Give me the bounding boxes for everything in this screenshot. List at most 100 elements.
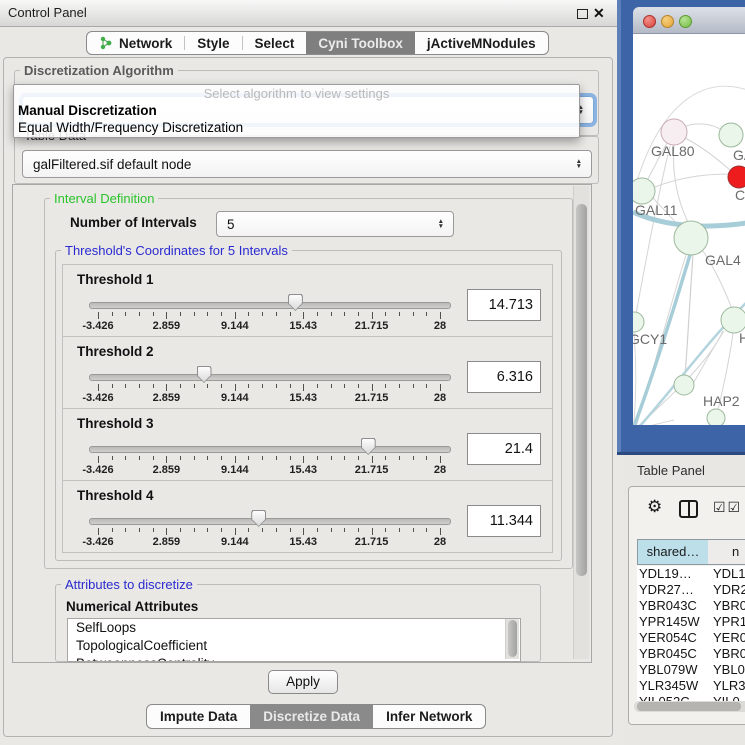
network-node-gcy1[interactable] <box>633 312 644 332</box>
apply-button[interactable]: Apply <box>268 670 338 694</box>
mac-close-icon[interactable] <box>643 15 656 28</box>
network-window-titlebar[interactable] <box>633 7 745 34</box>
slider-tick <box>413 456 414 460</box>
slider-tick <box>385 384 386 388</box>
tab-label: Network <box>119 36 172 51</box>
slider-tick <box>125 384 126 388</box>
slider-tick <box>372 528 373 535</box>
slider-tick <box>303 384 304 391</box>
slider-tick <box>426 384 427 388</box>
tab-impute-data[interactable]: Impute Data <box>147 705 250 728</box>
slider-tick <box>235 456 236 463</box>
settings-scrollbar-thumb[interactable] <box>576 204 587 576</box>
slider-tick <box>331 528 332 532</box>
slider-scale-label: 2.859 <box>136 464 196 476</box>
network-node-gal4[interactable] <box>674 221 708 255</box>
algorithm-option[interactable]: Manual Discretization <box>14 102 579 119</box>
network-edge[interactable] <box>633 420 674 425</box>
algorithm-popup-hint: Select algorithm to view settings <box>14 85 579 102</box>
network-edge[interactable] <box>636 146 670 314</box>
settings-vertical-scrollbar[interactable] <box>573 186 589 659</box>
slider-track[interactable] <box>89 518 451 525</box>
slider-tick <box>153 384 154 388</box>
attribute-list-item[interactable]: SelfLoops <box>68 619 520 637</box>
attribute-list-item[interactable]: TopologicalCoefficient <box>68 637 520 655</box>
network-edge[interactable] <box>655 174 729 187</box>
attributes-list-scrollbar[interactable] <box>505 619 519 659</box>
cell-shared-name: YLR345W <box>639 678 698 694</box>
tab-cyni-toolbox[interactable]: Cyni Toolbox <box>306 32 415 54</box>
table-row[interactable]: YER054CYER0 <box>637 630 745 646</box>
table-row[interactable]: YBR045CYBR0 <box>637 646 745 662</box>
slider-tick <box>235 312 236 319</box>
network-node-ga[interactable] <box>719 123 743 147</box>
slider-tick <box>98 528 99 535</box>
network-node-c[interactable] <box>728 166 745 188</box>
column-header-name[interactable]: n <box>708 539 745 565</box>
threshold-value-field[interactable]: 14.713 <box>467 289 541 321</box>
slider-tick <box>207 528 208 532</box>
close-icon[interactable]: ✕ <box>593 4 605 22</box>
mac-zoom-icon[interactable] <box>679 15 692 28</box>
gear-icon[interactable]: ⚙ <box>647 497 662 517</box>
table-panel-title: Table Panel <box>637 463 705 478</box>
slider-track[interactable] <box>89 446 451 453</box>
slider-scale-label: -3.426 <box>68 536 128 548</box>
slider-tick <box>139 528 140 532</box>
tab-jactivemnodules[interactable]: jActiveMNodules <box>415 32 548 54</box>
network-node-gal11[interactable] <box>633 178 655 204</box>
slider-track[interactable] <box>89 302 451 309</box>
network-view-canvas[interactable]: GAL80GACGAL11GAL4GCY1HHAP2 <box>633 34 745 425</box>
slider-tick <box>331 384 332 388</box>
table-data-select[interactable]: galFiltered.sif default node ▲▼ <box>22 150 592 178</box>
float-window-icon[interactable] <box>577 9 588 19</box>
slider-tick <box>262 312 263 316</box>
slider-tick <box>385 456 386 460</box>
slider-tick <box>276 528 277 532</box>
slider-track[interactable] <box>89 374 451 381</box>
threshold-value-field[interactable]: 11.344 <box>467 505 541 537</box>
slider-tick <box>112 384 113 388</box>
select-columns-checkboxes-icon[interactable]: ☑☑ <box>713 499 742 516</box>
slider-scale-label: 9.144 <box>205 392 265 404</box>
slider-tick <box>194 456 195 460</box>
mac-minimize-icon[interactable] <box>661 15 674 28</box>
network-node-hap2[interactable] <box>674 375 694 395</box>
table-row[interactable]: YBL079WYBL0 <box>637 662 745 678</box>
number-of-intervals-select[interactable]: 5 ▲▼ <box>216 211 454 237</box>
column-header-shared-name[interactable]: shared… <box>637 539 709 565</box>
tab-style[interactable]: Style <box>185 32 241 54</box>
network-node-gal80[interactable] <box>661 119 687 145</box>
tab-network[interactable]: Network <box>87 32 184 54</box>
threshold-value-field[interactable]: 6.316 <box>467 361 541 393</box>
columns-icon[interactable] <box>679 500 698 518</box>
table-hscrollbar-thumb[interactable] <box>637 702 741 711</box>
numerical-attributes-list: SelfLoopsTopologicalCoefficientBetweenne… <box>67 618 521 662</box>
table-horizontal-scrollbar[interactable] <box>634 701 745 712</box>
network-node[interactable] <box>707 409 725 425</box>
table-row[interactable]: YDR27…YDR2 <box>637 582 745 598</box>
table-row[interactable]: YDL19…YDL1 <box>637 566 745 582</box>
slider-scale-label: 15.43 <box>273 392 333 404</box>
network-edge[interactable] <box>686 124 720 129</box>
table-row[interactable]: YPR145WYPR1 <box>637 614 745 630</box>
slider-tick <box>248 384 249 388</box>
threshold-value-field[interactable]: 21.4 <box>467 433 541 465</box>
slider-tick <box>235 384 236 391</box>
slider-tick <box>166 384 167 391</box>
table-row[interactable]: YLR345WYLR3 <box>637 678 745 694</box>
threshold-panel-1: Threshold 1-3.4262.8599.14415.4321.71528… <box>62 264 553 337</box>
table-row[interactable]: YBR043CYBR0 <box>637 598 745 614</box>
interval-definition-title: Interval Definition <box>50 192 158 205</box>
attributes-scrollbar-thumb[interactable] <box>508 620 517 657</box>
attribute-list-item[interactable]: BetweennessCentrality <box>68 655 520 662</box>
tab-select[interactable]: Select <box>243 32 307 54</box>
slider-scale-label: -3.426 <box>68 320 128 332</box>
algorithm-option[interactable]: Equal Width/Frequency Discretization <box>14 119 579 136</box>
tab-discretize-data[interactable]: Discretize Data <box>250 705 373 728</box>
slider-tick <box>303 528 304 535</box>
slider-tick <box>235 528 236 535</box>
threshold-label: Threshold 1 <box>77 272 154 287</box>
slider-scale-label: 15.43 <box>273 320 333 332</box>
tab-infer-network[interactable]: Infer Network <box>373 705 485 728</box>
